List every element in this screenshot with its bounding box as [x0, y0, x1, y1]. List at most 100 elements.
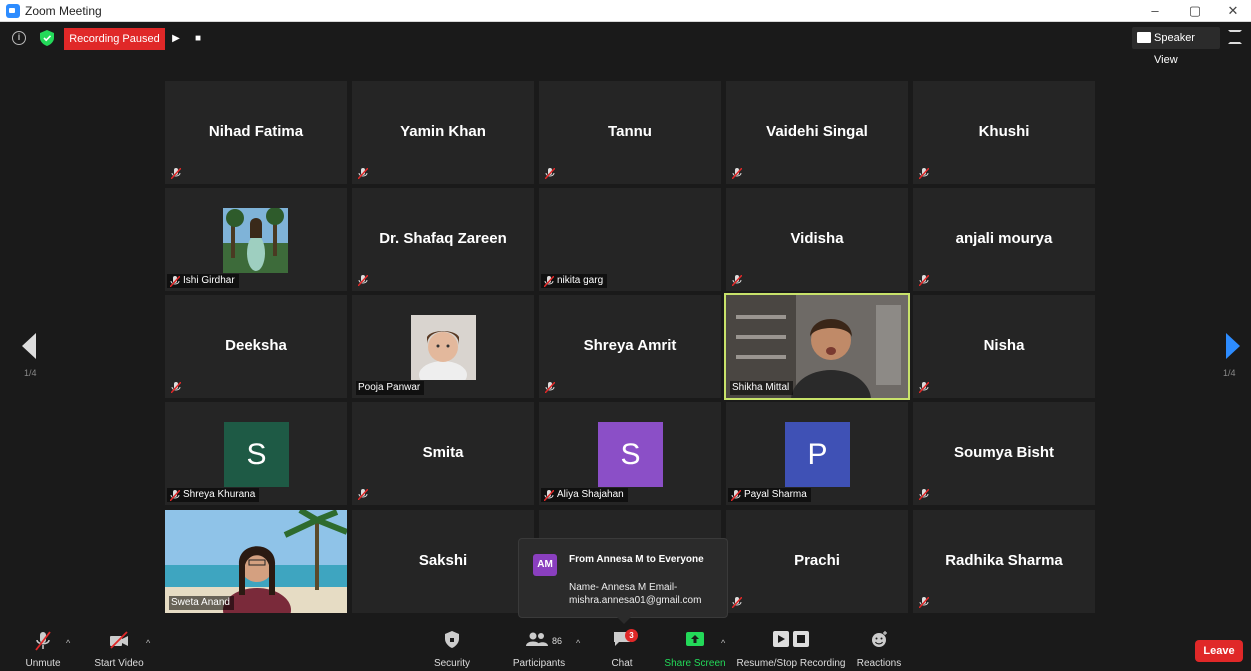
participants-label: Participants	[512, 658, 566, 669]
chat-notification-popup[interactable]: AM From Annesa M to Everyone Name- Annes…	[518, 538, 728, 624]
muted-mic-icon	[919, 168, 929, 179]
participant-tile[interactable]: Soumya Bisht	[913, 402, 1095, 505]
participant-tile[interactable]: Yamin Khan	[352, 81, 534, 184]
participant-initial-avatar: P	[785, 422, 850, 487]
share-screen-button[interactable]: Share Screen	[664, 626, 726, 671]
participant-tile[interactable]: Deeksha	[165, 295, 347, 398]
participants-button[interactable]: 86 Participants	[506, 626, 572, 671]
meeting-info-icon[interactable]: i	[12, 31, 26, 45]
meeting-topbar: i Recording Paused ▶ ■ Speaker View	[0, 22, 1251, 66]
participant-name-label: Aliya Shajahan	[541, 488, 628, 502]
recording-control-button[interactable]: Resume/Stop Recording	[736, 626, 846, 671]
muted-mic-icon	[919, 489, 929, 500]
muted-mic-icon	[544, 490, 554, 501]
sender-avatar: AM	[533, 554, 557, 576]
participant-display-name: Deeksha	[225, 337, 287, 354]
participant-display-name: Sakshi	[418, 552, 468, 569]
participant-tile[interactable]: Khushi	[913, 81, 1095, 184]
share-screen-icon	[686, 632, 704, 646]
chat-message: Name- Annesa M Email- mishra.annesa01@gm…	[569, 582, 702, 606]
video-options-caret[interactable]: ^	[146, 638, 150, 648]
participant-name-text: Aliya Shajahan	[557, 489, 624, 500]
close-button[interactable]: ✕	[1218, 1, 1248, 21]
page-indicator-right: 1/4	[1223, 368, 1236, 378]
participant-name-label: Shikha Mittal	[730, 381, 794, 395]
muted-mic-icon	[919, 382, 929, 393]
participant-display-name: Vidisha	[790, 230, 844, 247]
muted-mic-icon	[545, 168, 555, 179]
muted-mic-icon	[170, 490, 180, 501]
participant-name-text: Sweta Anand	[171, 597, 230, 608]
previous-page-arrow-icon[interactable]	[22, 333, 38, 359]
reactions-label: Reactions	[856, 658, 902, 669]
participant-display-name: Prachi	[794, 552, 840, 569]
start-video-label: Start Video	[94, 658, 144, 669]
participant-name-text: Ishi Girdhar	[183, 275, 235, 286]
participant-tile[interactable]: S Aliya Shajahan	[539, 402, 721, 505]
participant-tile[interactable]: anjali mourya	[913, 188, 1095, 291]
next-page-arrow-icon[interactable]	[1224, 333, 1240, 359]
participant-tile[interactable]: Smita	[352, 402, 534, 505]
participant-display-name: Dr. Shafaq Zareen	[379, 230, 507, 247]
window-title: Zoom Meeting	[25, 4, 102, 18]
muted-mic-icon	[732, 275, 742, 286]
participant-tile[interactable]: Dr. Shafaq Zareen	[352, 188, 534, 291]
participant-name-label: Payal Sharma	[728, 488, 811, 502]
participant-tile[interactable]: S Shreya Khurana	[165, 402, 347, 505]
participant-tile[interactable]: P Payal Sharma	[726, 402, 908, 505]
muted-mic-icon	[919, 597, 929, 608]
participant-initial-avatar: S	[224, 422, 289, 487]
share-options-caret[interactable]: ^	[721, 638, 725, 648]
meeting-toolbar: Unmute ^ Start Video ^ Security 86 Parti…	[0, 626, 1251, 671]
participant-tile[interactable]: Nisha	[913, 295, 1095, 398]
participant-tile[interactable]: Sakshi	[352, 510, 534, 613]
reactions-button[interactable]: Reactions	[854, 626, 904, 671]
chat-unread-badge: 3	[625, 629, 638, 642]
speaker-view-icon	[1137, 32, 1151, 43]
participant-tile[interactable]: Nihad Fatima	[165, 81, 347, 184]
participant-tile[interactable]: Shreya Amrit	[539, 295, 721, 398]
participant-photo	[411, 315, 476, 380]
participant-display-name: Smita	[422, 444, 464, 461]
chat-label: Chat	[611, 658, 633, 669]
participant-name-text: nikita garg	[557, 275, 604, 286]
participant-tile[interactable]: Ishi Girdhar	[165, 188, 347, 291]
participant-display-name: Soumya Bisht	[953, 444, 1055, 461]
participant-tile[interactable]: Shikha Mittal	[724, 293, 910, 400]
participant-tile[interactable]: Tannu	[539, 81, 721, 184]
recording-status-badge: Recording Paused	[64, 28, 165, 50]
participant-tile[interactable]: Radhika Sharma	[913, 510, 1095, 613]
speaker-view-button[interactable]: Speaker View	[1132, 27, 1220, 66]
fullscreen-icon[interactable]	[1228, 30, 1242, 44]
leave-meeting-button[interactable]: Leave	[1195, 640, 1243, 662]
participant-display-name: Khushi	[978, 123, 1030, 140]
participant-tile[interactable]: nikita garg	[539, 188, 721, 291]
participant-photo	[223, 208, 288, 273]
resume-recording-button[interactable]: ▶	[166, 28, 186, 50]
participant-name-text: Shikha Mittal	[732, 382, 790, 393]
maximize-button[interactable]: ▢	[1180, 1, 1210, 21]
muted-mic-icon	[171, 382, 181, 393]
participant-tile[interactable]: Pooja Panwar	[352, 295, 534, 398]
stop-recording-button[interactable]: ■	[188, 28, 208, 50]
participant-initial-avatar: S	[598, 422, 663, 487]
participant-tile[interactable]: Vidisha	[726, 188, 908, 291]
audio-options-caret[interactable]: ^	[66, 638, 70, 648]
muted-mic-icon	[545, 382, 555, 393]
participant-tile[interactable]: Vaidehi Singal	[726, 81, 908, 184]
muted-mic-icon	[171, 168, 181, 179]
chat-button[interactable]: 3 Chat	[600, 626, 644, 671]
security-label: Security	[433, 658, 471, 669]
muted-mic-icon	[732, 597, 742, 608]
unmute-label: Unmute	[25, 658, 61, 669]
minimize-button[interactable]: –	[1140, 1, 1170, 21]
start-video-button[interactable]: Start Video	[88, 626, 150, 671]
encryption-shield-icon[interactable]	[40, 30, 54, 46]
participant-display-name: Nisha	[983, 337, 1025, 354]
unmute-button[interactable]: Unmute	[20, 626, 66, 671]
participant-display-name: Nihad Fatima	[208, 123, 304, 140]
participant-tile[interactable]: Sweta Anand	[165, 510, 347, 613]
security-button[interactable]: Security	[427, 626, 477, 671]
participant-tile[interactable]: Prachi	[726, 510, 908, 613]
participants-options-caret[interactable]: ^	[576, 638, 580, 648]
